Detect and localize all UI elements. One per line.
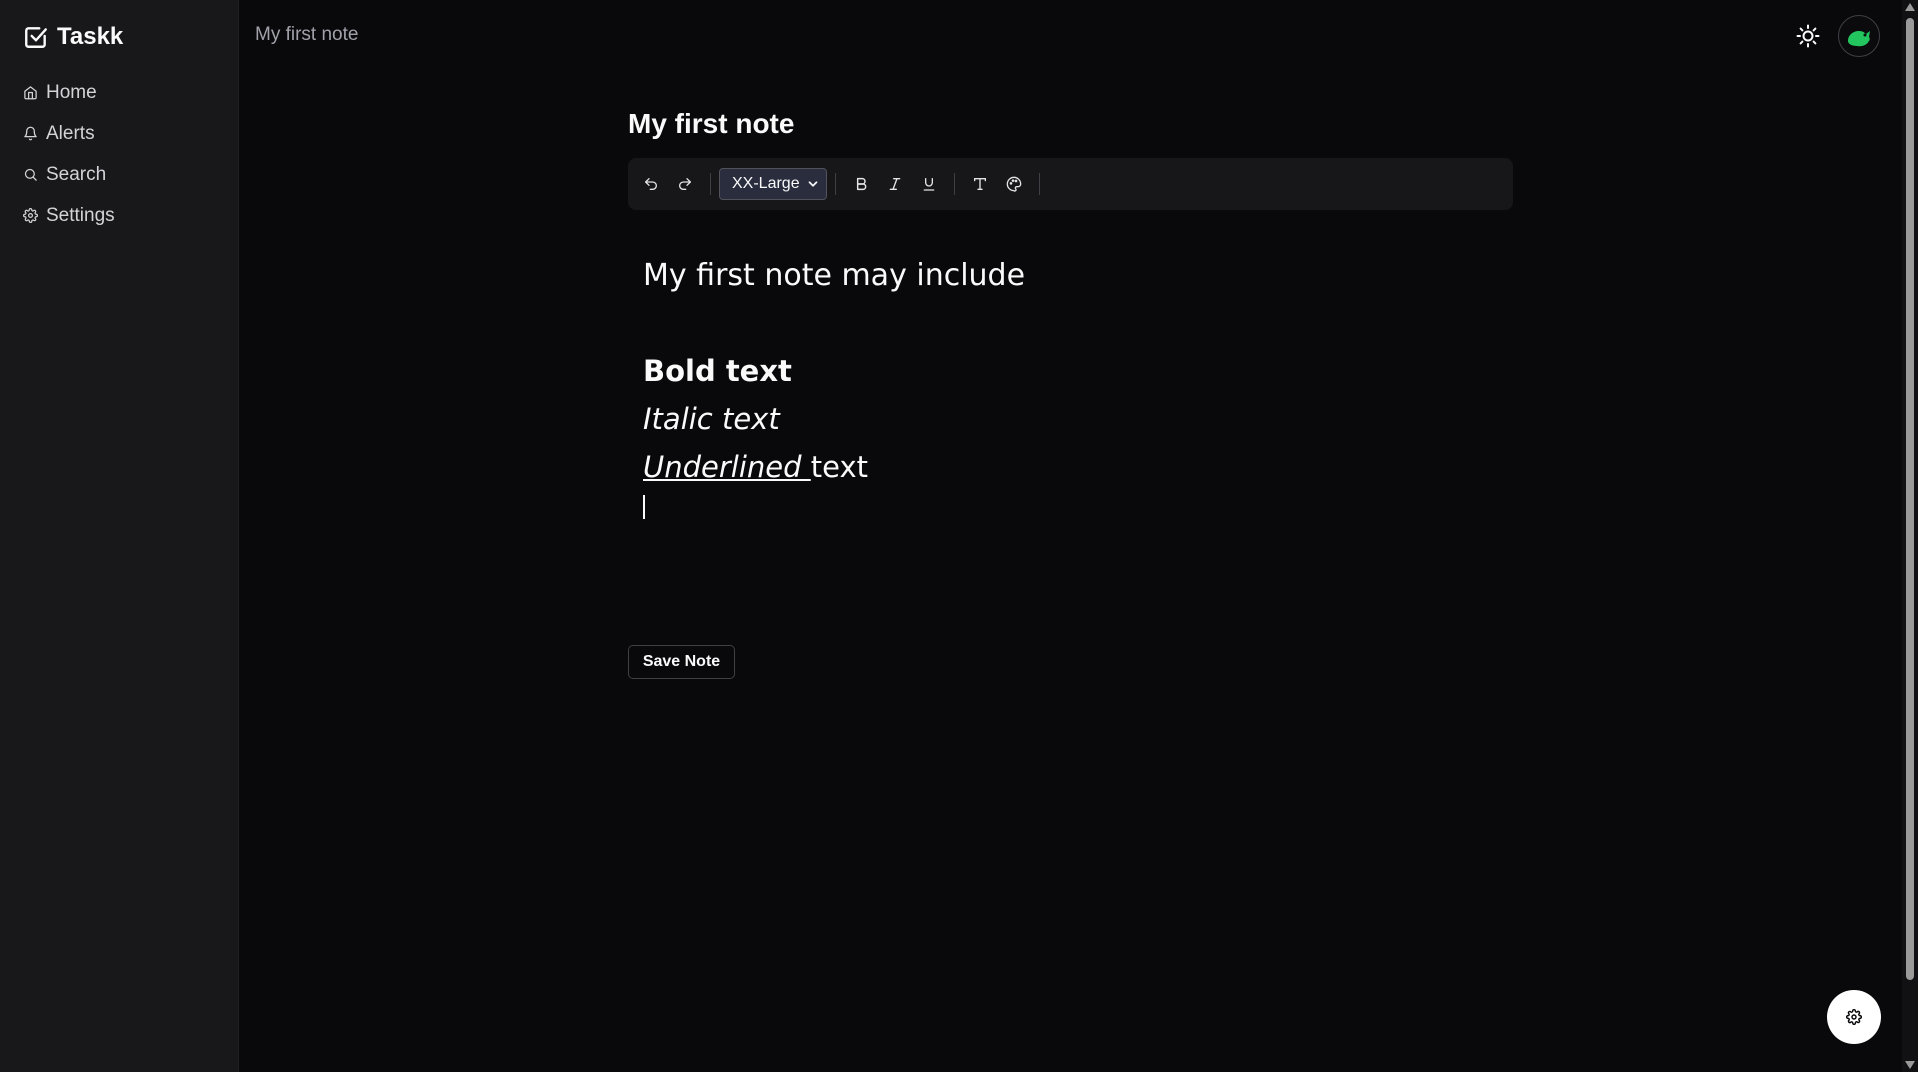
scroll-down-arrow[interactable] <box>1905 1060 1915 1070</box>
content-underline-line: Underlined text <box>643 443 1493 491</box>
square-check-icon <box>25 27 47 48</box>
home-icon <box>24 86 37 100</box>
brand[interactable]: Taskk <box>23 20 123 54</box>
content-empty-line <box>643 300 1493 347</box>
underline-button[interactable] <box>912 167 946 201</box>
text-type-icon <box>974 178 986 190</box>
search-icon <box>24 168 37 181</box>
bell-icon <box>24 126 37 141</box>
gear-icon <box>1846 1009 1862 1025</box>
toolbar-divider <box>954 173 955 195</box>
theme-toggle-button[interactable] <box>1793 21 1823 51</box>
settings-fab[interactable] <box>1827 990 1881 1044</box>
underline-icon <box>923 178 935 191</box>
sidebar-item-settings[interactable]: Settings <box>23 195 115 236</box>
scroll-up-arrow[interactable] <box>1905 2 1915 12</box>
bold-button[interactable] <box>844 167 878 201</box>
italic-button[interactable] <box>878 167 912 201</box>
redo-button[interactable] <box>668 167 702 201</box>
redo-icon <box>679 178 691 190</box>
sidebar-item-label: Home <box>46 81 97 103</box>
italic-icon <box>889 178 901 190</box>
breadcrumb: My first note <box>255 24 359 45</box>
vertical-scrollbar[interactable] <box>1902 0 1918 1072</box>
sidebar-item-search[interactable]: Search <box>23 154 115 195</box>
plain-text: text <box>810 450 868 484</box>
bold-icon <box>856 177 867 191</box>
avatar-icon <box>1848 31 1870 47</box>
avatar[interactable] <box>1838 15 1880 57</box>
text-type-button[interactable] <box>963 167 997 201</box>
undo-button[interactable] <box>634 167 668 201</box>
note-title[interactable]: My first note <box>628 108 794 140</box>
text-cursor <box>643 495 645 519</box>
sun-icon <box>1796 24 1820 48</box>
sidebar-item-home[interactable]: Home <box>23 72 115 113</box>
app-root: Taskk Home Alerts Search Settings My fir… <box>0 0 1918 1072</box>
sidebar-item-label: Alerts <box>46 122 95 144</box>
gear-icon <box>23 208 38 223</box>
text-color-button[interactable] <box>997 167 1031 201</box>
toolbar-divider <box>1039 173 1040 195</box>
content-line: My first note may include <box>643 258 1026 293</box>
palette-icon <box>1006 176 1022 192</box>
sidebar: Taskk Home Alerts Search Settings <box>0 0 239 1072</box>
triangle-down-icon <box>1905 1061 1915 1069</box>
content-italic-line: Italic text <box>643 402 780 436</box>
font-size-value: XX-Large <box>732 175 800 192</box>
chevron-down-icon <box>808 181 818 187</box>
content-bold-line: Bold text <box>643 354 792 388</box>
toolbar-divider <box>835 173 836 195</box>
undo-icon <box>645 178 657 190</box>
sidebar-nav: Home Alerts Search Settings <box>23 72 115 236</box>
sidebar-item-label: Search <box>46 163 107 185</box>
triangle-up-icon <box>1905 3 1915 11</box>
editor-content[interactable]: My first note may include Bold text Ital… <box>643 252 1493 519</box>
sidebar-item-alerts[interactable]: Alerts <box>23 113 115 154</box>
underlined-text: Underlined <box>643 450 811 484</box>
toolbar-divider <box>710 173 711 195</box>
save-note-button[interactable]: Save Note <box>628 645 735 679</box>
scroll-thumb[interactable] <box>1906 18 1914 980</box>
sidebar-item-label: Settings <box>46 204 115 226</box>
editor-toolbar: XX-Large <box>628 158 1513 210</box>
brand-name: Taskk <box>57 23 124 50</box>
font-size-select[interactable]: XX-Large <box>719 168 827 200</box>
